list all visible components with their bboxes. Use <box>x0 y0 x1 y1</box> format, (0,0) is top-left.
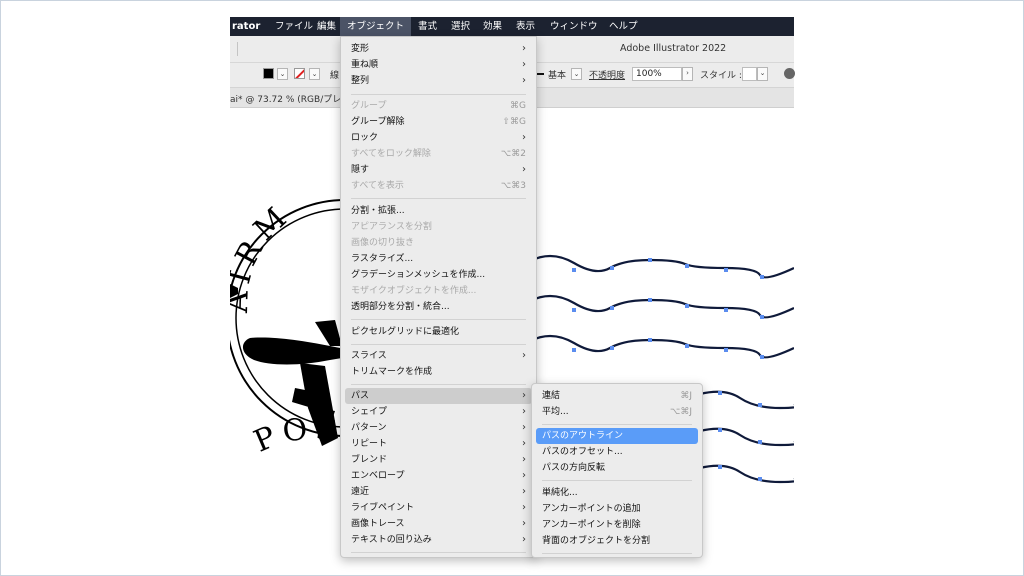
object-menu: 変形 › 重ね順 › 整列 › グループ ⌘G グループ解除 ⇧⌘G ロック › すべてをロ… <box>340 36 537 558</box>
menu-item-shape[interactable]: シェイプ › <box>345 404 532 420</box>
stroke-dropdown[interactable]: ⌄ <box>309 68 320 80</box>
menu-item-trim-marks[interactable]: トリムマークを作成 <box>345 364 532 380</box>
chevron-right-icon: › <box>522 75 526 86</box>
style-dropdown[interactable]: ⌄ <box>757 67 768 81</box>
menu-separator <box>351 319 526 320</box>
menu-item-path[interactable]: パス › <box>345 388 532 404</box>
toolbar-divider <box>237 42 238 56</box>
menu-separator <box>351 198 526 199</box>
submenu-item-divide-objects-below[interactable]: 背面のオブジェクトを分割 <box>536 533 698 549</box>
fill-swatch[interactable] <box>263 68 274 79</box>
menu-item-align[interactable]: 整列 › <box>345 73 532 89</box>
window-title: Adobe Illustrator 2022 <box>620 43 727 54</box>
submenu-item-remove-anchor-points[interactable]: アンカーポイントを削除 <box>536 517 698 533</box>
chevron-right-icon: › <box>522 164 526 175</box>
menu-separator <box>351 344 526 345</box>
app-name[interactable]: rator <box>230 17 260 36</box>
menu-item-text-wrap[interactable]: テキストの回り込み › <box>345 532 532 548</box>
fill-dropdown[interactable]: ⌄ <box>277 68 288 80</box>
menu-separator <box>542 480 692 481</box>
menu-separator <box>351 552 526 553</box>
menu-item-gradient-mesh[interactable]: グラデーションメッシュを作成... <box>345 267 532 283</box>
chevron-right-icon: › <box>522 534 526 545</box>
menu-item-transform[interactable]: 変形 › <box>345 41 532 57</box>
menu-edit[interactable]: 編集 <box>310 17 343 36</box>
menu-separator <box>351 94 526 95</box>
opacity-arrow[interactable]: › <box>682 67 693 81</box>
menu-item-repeat[interactable]: リピート › <box>345 436 532 452</box>
submenu-item-add-anchor-points[interactable]: アンカーポイントの追加 <box>536 501 698 517</box>
submenu-item-average[interactable]: 平均... ⌥⌘J <box>536 404 698 420</box>
chevron-right-icon: › <box>522 43 526 54</box>
menu-item-ungroup[interactable]: グループ解除 ⇧⌘G <box>345 114 532 130</box>
menu-item-pattern[interactable]: パターン › <box>345 420 532 436</box>
menu-type[interactable]: 書式 <box>411 17 444 36</box>
menu-item-rasterize[interactable]: ラスタライズ... <box>345 251 532 267</box>
submenu-item-join[interactable]: 連結 ⌘J <box>536 388 698 404</box>
chevron-right-icon: › <box>522 406 526 417</box>
menu-item-perspective[interactable]: 遠近 › <box>345 484 532 500</box>
menu-separator <box>542 424 692 425</box>
menu-item-image-trace[interactable]: 画像トレース › <box>345 516 532 532</box>
brush-definition[interactable]: 基本 <box>548 68 566 81</box>
menu-view[interactable]: 表示 <box>509 17 542 36</box>
opacity-input[interactable]: 100% <box>632 67 682 81</box>
chevron-right-icon: › <box>522 350 526 361</box>
chevron-right-icon: › <box>522 438 526 449</box>
stroke-swatch[interactable] <box>294 68 305 79</box>
chevron-right-icon: › <box>522 422 526 433</box>
submenu-item-offset-path[interactable]: パスのオフセット... <box>536 444 698 460</box>
submenu-item-simplify[interactable]: 単純化... <box>536 485 698 501</box>
chevron-right-icon: › <box>522 454 526 465</box>
menu-item-expand[interactable]: 分割・拡張... <box>345 203 532 219</box>
menu-help[interactable]: ヘルプ <box>602 17 645 36</box>
menu-item-show-all[interactable]: すべてを表示 ⌥⌘3 <box>345 178 532 194</box>
menu-item-hide[interactable]: 隠す › <box>345 162 532 178</box>
stroke-label[interactable]: 線 <box>330 68 339 81</box>
menu-select[interactable]: 選択 <box>444 17 477 36</box>
menu-item-group[interactable]: グループ ⌘G <box>345 98 532 114</box>
style-swatch[interactable] <box>742 67 757 81</box>
chevron-right-icon: › <box>522 132 526 143</box>
path-submenu: 連結 ⌘J 平均... ⌥⌘J パスのアウトライン パスのオフセット... パスの方… <box>531 383 703 558</box>
menu-window[interactable]: ウィンドウ <box>543 17 605 36</box>
globe-icon[interactable] <box>784 68 795 79</box>
brush-line-icon <box>536 73 544 75</box>
menu-item-arrange[interactable]: 重ね順 › <box>345 57 532 73</box>
submenu-item-outline-stroke[interactable]: パスのアウトライン <box>536 428 698 444</box>
menu-item-expand-appearance[interactable]: アピアランスを分割 <box>345 219 532 235</box>
menu-item-envelope[interactable]: エンベロープ › <box>345 468 532 484</box>
menu-effect[interactable]: 効果 <box>476 17 509 36</box>
chevron-right-icon: › <box>522 59 526 70</box>
menu-item-lock[interactable]: ロック › <box>345 130 532 146</box>
chevron-right-icon: › <box>522 518 526 529</box>
brush-dropdown[interactable]: ⌄ <box>571 68 582 80</box>
menu-item-unlock-all[interactable]: すべてをロック解除 ⌥⌘2 <box>345 146 532 162</box>
chevron-right-icon: › <box>522 470 526 481</box>
menu-object[interactable]: オブジェクト <box>340 17 412 36</box>
menu-item-flatten-transparency[interactable]: 透明部分を分割・統合... <box>345 299 532 315</box>
stamp-top-text: AIRM <box>230 197 298 314</box>
menu-item-slice[interactable]: スライス › <box>345 348 532 364</box>
menu-item-crop-image[interactable]: 画像の切り抜き <box>345 235 532 251</box>
chevron-right-icon: › <box>522 502 526 513</box>
chevron-right-icon: › <box>522 390 526 401</box>
menu-bar: rator ファイル 編集 オブジェクト 書式 選択 効果 表示 ウィンドウ ヘ… <box>230 17 794 36</box>
menu-separator <box>351 384 526 385</box>
chevron-right-icon: › <box>522 486 526 497</box>
opacity-label[interactable]: 不透明度 <box>589 68 625 81</box>
menu-item-blend[interactable]: ブレンド › <box>345 452 532 468</box>
menu-item-object-mosaic[interactable]: モザイクオブジェクトを作成... <box>345 283 532 299</box>
menu-item-live-paint[interactable]: ライブペイント › <box>345 500 532 516</box>
style-label: スタイル : <box>700 71 742 81</box>
menu-separator <box>542 553 692 554</box>
submenu-item-reverse-direction[interactable]: パスの方向反転 <box>536 460 698 476</box>
menu-item-pixel-perfect[interactable]: ピクセルグリッドに最適化 <box>345 324 532 340</box>
